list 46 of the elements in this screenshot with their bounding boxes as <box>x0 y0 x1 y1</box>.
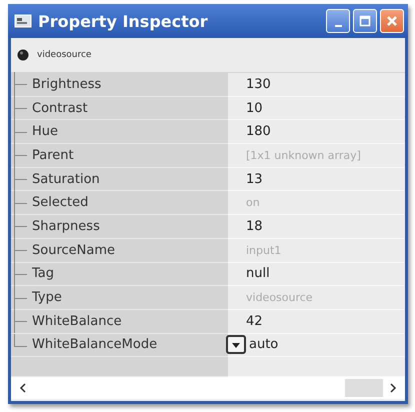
scroll-thumb[interactable] <box>345 379 383 397</box>
close-button[interactable] <box>380 9 404 33</box>
scroll-left-icon[interactable] <box>19 383 27 393</box>
scroll-right-icon[interactable] <box>389 383 397 393</box>
property-name: WhiteBalanceMode <box>32 337 158 352</box>
property-name: Hue <box>32 124 58 140</box>
close-icon <box>386 15 398 27</box>
horizontal-scrollbar[interactable] <box>11 377 405 399</box>
minimize-button[interactable] <box>326 9 350 33</box>
property-name: SourceName <box>32 242 116 258</box>
property-value[interactable]: 13 <box>236 172 263 187</box>
property-value[interactable]: 130 <box>236 76 271 92</box>
tree-line-icon <box>14 262 28 286</box>
window-title: Property Inspector <box>38 12 209 30</box>
tree-line-icon <box>14 190 28 215</box>
property-name: Brightness <box>32 76 102 92</box>
property-value[interactable]: null <box>236 266 270 282</box>
tree-line-icon <box>14 72 28 96</box>
property-name: Selected <box>32 195 88 210</box>
maximize-icon <box>359 15 371 27</box>
tree-line-icon <box>14 143 28 168</box>
minimize-icon <box>334 25 342 27</box>
tree-line-icon <box>14 120 28 144</box>
property-name: WhiteBalance <box>32 314 122 329</box>
property-name: Contrast <box>32 100 88 116</box>
dropdown-button[interactable] <box>226 335 246 354</box>
tree-line-icon <box>14 214 28 238</box>
object-icon <box>17 49 29 61</box>
tree-line-icon <box>14 96 28 120</box>
tree-line-icon <box>14 286 28 310</box>
property-value: auto <box>249 337 278 352</box>
maximize-button[interactable] <box>353 9 377 33</box>
property-value[interactable]: 180 <box>236 124 271 140</box>
caret-icon <box>231 340 241 349</box>
property-name: Type <box>32 290 62 306</box>
property-name: Tag <box>32 266 54 282</box>
object-name: videosource <box>37 50 92 60</box>
property-name: Parent <box>32 148 74 163</box>
property-name: Sharpness <box>32 218 100 234</box>
tree-line-icon <box>14 167 28 192</box>
property-name: Saturation <box>32 172 100 187</box>
property-value[interactable]: 10 <box>236 100 263 116</box>
property-value[interactable]: 18 <box>236 218 263 234</box>
app-icon <box>14 13 32 29</box>
property-value[interactable]: 42 <box>236 314 263 329</box>
tree-line-icon <box>14 238 28 262</box>
